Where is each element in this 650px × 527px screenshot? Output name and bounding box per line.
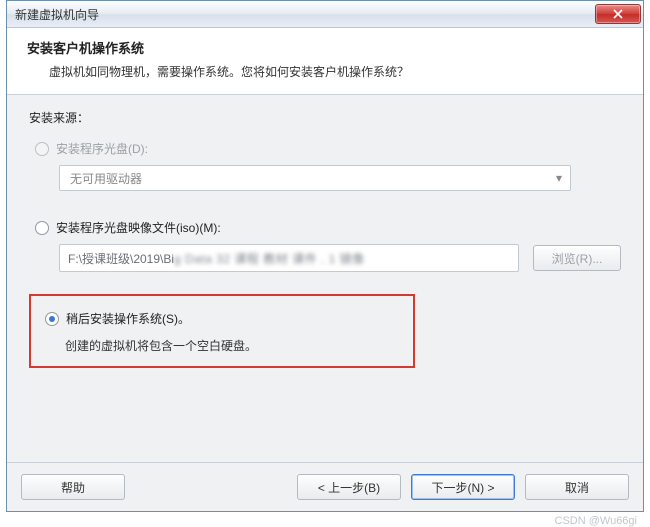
window-title: 新建虚拟机向导 bbox=[15, 6, 595, 23]
footer: 帮助 < 上一步(B) 下一步(N) > 取消 bbox=[7, 462, 643, 511]
page-heading: 安装客户机操作系统 bbox=[27, 38, 623, 57]
titlebar: 新建虚拟机向导 bbox=[7, 1, 643, 28]
radio-iso[interactable] bbox=[35, 221, 49, 235]
cancel-button[interactable]: 取消 bbox=[525, 474, 629, 500]
wizard-window: 新建虚拟机向导 安装客户机操作系统 虚拟机如同物理机，需要操作系统。您将如何安装… bbox=[6, 0, 644, 512]
radio-iso-label: 安装程序光盘映像文件(iso)(M): bbox=[56, 219, 221, 236]
header-panel: 安装客户机操作系统 虚拟机如同物理机，需要操作系统。您将如何安装客户机操作系统？ bbox=[7, 28, 643, 95]
content: 安装来源： 安装程序光盘(D): 无可用驱动器 ▾ 安装程序光盘映像文件(iso… bbox=[7, 95, 643, 462]
watermark: CSDN @Wu66gi bbox=[555, 515, 638, 527]
disc-drive-value: 无可用驱动器 bbox=[70, 170, 142, 187]
back-button[interactable]: < 上一步(B) bbox=[297, 474, 401, 500]
iso-path-prefix: F:\授课班级\2019\Bi bbox=[68, 250, 174, 267]
option-disc: 安装程序光盘(D): 无可用驱动器 ▾ bbox=[29, 140, 621, 191]
radio-later[interactable] bbox=[45, 312, 59, 326]
iso-path-blurred: g Data 32 课程 教材 课件 . 1 镜像 bbox=[174, 250, 365, 267]
option-iso: 安装程序光盘映像文件(iso)(M): F:\授课班级\2019\Big Dat… bbox=[29, 219, 621, 272]
next-button[interactable]: 下一步(N) > bbox=[411, 474, 515, 500]
option-later-desc: 创建的虚拟机将包含一个空白硬盘。 bbox=[65, 337, 399, 354]
radio-disc bbox=[35, 142, 49, 156]
body: 安装客户机操作系统 虚拟机如同物理机，需要操作系统。您将如何安装客户机操作系统？… bbox=[7, 28, 643, 511]
close-icon bbox=[613, 9, 623, 19]
close-button[interactable] bbox=[595, 4, 641, 24]
source-label: 安装来源： bbox=[29, 109, 621, 126]
option-later-highlight: 稍后安装操作系统(S)。 创建的虚拟机将包含一个空白硬盘。 bbox=[29, 294, 415, 368]
radio-dot-icon bbox=[49, 316, 55, 322]
page-subheading: 虚拟机如同物理机，需要操作系统。您将如何安装客户机操作系统？ bbox=[49, 63, 623, 80]
chevron-down-icon: ▾ bbox=[556, 171, 562, 185]
browse-button[interactable]: 浏览(R)... bbox=[533, 245, 621, 271]
iso-path-input[interactable]: F:\授课班级\2019\Big Data 32 课程 教材 课件 . 1 镜像 bbox=[59, 244, 519, 272]
radio-later-label: 稍后安装操作系统(S)。 bbox=[66, 310, 190, 327]
help-button[interactable]: 帮助 bbox=[21, 474, 125, 500]
radio-disc-label: 安装程序光盘(D): bbox=[56, 140, 148, 157]
disc-drive-select[interactable]: 无可用驱动器 ▾ bbox=[59, 165, 571, 191]
